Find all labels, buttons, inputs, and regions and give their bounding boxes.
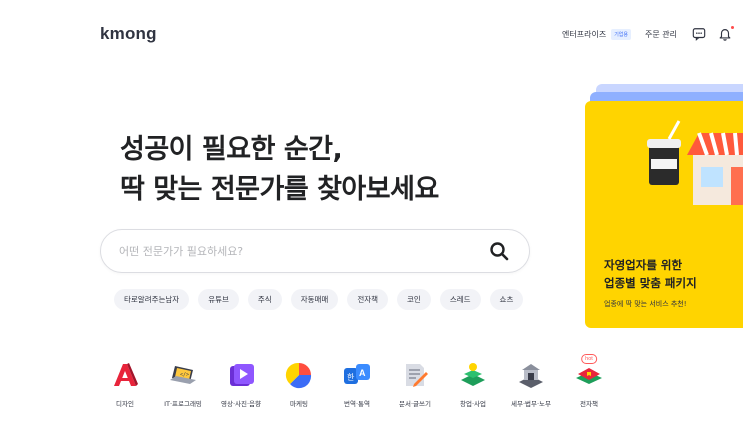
pie-chart-icon xyxy=(285,362,312,389)
bell-icon[interactable] xyxy=(717,26,734,42)
category-bar: 디자인 </> IT·프로그래밍 영상·사진·음향 마케팅 한 A 번역·통역 … xyxy=(96,354,618,408)
video-icon xyxy=(230,364,254,386)
search-input[interactable] xyxy=(119,230,479,272)
tag-chip[interactable]: 스레드 xyxy=(439,289,481,310)
svg-text:</>: </> xyxy=(180,372,189,378)
notification-dot xyxy=(731,26,734,29)
category-translation[interactable]: 한 A 번역·통역 xyxy=(328,360,386,408)
tag-chip[interactable]: 쇼츠 xyxy=(489,289,524,310)
document-pen-icon xyxy=(406,364,428,387)
category-label: 세무·법무·노무 xyxy=(510,400,551,408)
category-design[interactable]: 디자인 xyxy=(96,360,154,408)
category-label: 번역·통역 xyxy=(344,400,370,408)
category-it-programming[interactable]: </> IT·프로그래밍 xyxy=(154,360,212,408)
category-ebook[interactable]: hot 전자책 xyxy=(560,354,618,408)
tag-chip[interactable]: 주식 xyxy=(247,289,282,310)
ebook-icon xyxy=(576,368,602,384)
promo-banner[interactable]: 자영업자를 위한 업종별 맞춤 패키지 업종에 딱 맞는 서비스 추천! xyxy=(585,101,743,328)
category-label: 영상·사진·음향 xyxy=(220,400,261,408)
category-label: IT·프로그래밍 xyxy=(164,400,202,408)
hot-badge: hot xyxy=(581,354,597,364)
tag-chip[interactable]: 유튜브 xyxy=(198,289,239,310)
tag-chip[interactable]: 타로알려주는남자 xyxy=(114,289,190,310)
translate-icon: 한 A xyxy=(344,364,370,384)
hero-line-1: 성공이 필요한 순간, xyxy=(120,134,343,165)
search-box xyxy=(100,229,530,273)
popular-tags: 타로알려주는남자 유튜브 주식 자동매매 전자책 코인 스레드 쇼츠 xyxy=(114,289,524,310)
startup-icon xyxy=(461,363,485,386)
kmong-logo[interactable]: kmong xyxy=(100,24,157,44)
tag-chip[interactable]: 코인 xyxy=(397,289,431,310)
tag-chip[interactable]: 전자책 xyxy=(347,289,389,310)
law-building-icon xyxy=(519,364,543,388)
design-icon xyxy=(114,363,138,386)
laptop-code-icon: </> xyxy=(170,366,196,384)
category-label: 디자인 xyxy=(116,400,134,408)
hero-headline: 성공이 필요한 순간, 딱 맞는 전문가를 찾아보세요 xyxy=(120,130,439,210)
top-nav: 엔터프라이즈 기업용 주문 관리 xyxy=(562,22,743,46)
hero-line-2: 딱 맞는 전문가를 찾아보세요 xyxy=(120,174,439,205)
category-label: 마케팅 xyxy=(290,400,308,408)
enterprise-link[interactable]: 엔터프라이즈 xyxy=(562,29,606,40)
enterprise-badge: 기업용 xyxy=(611,28,632,40)
promo-subtitle: 업종에 딱 맞는 서비스 추천! xyxy=(604,300,687,308)
promo-title-line-1: 자영업자를 위한 xyxy=(604,258,683,272)
search-icon[interactable] xyxy=(489,241,509,261)
category-label: 문서·글쓰기 xyxy=(399,400,431,408)
category-label: 전자책 xyxy=(580,400,598,408)
orders-link[interactable]: 주문 관리 xyxy=(645,29,677,40)
category-marketing[interactable]: 마케팅 xyxy=(270,360,328,408)
category-video-photo-audio[interactable]: 영상·사진·음향 xyxy=(212,360,270,408)
chat-icon[interactable] xyxy=(691,26,707,42)
promo-title: 자영업자를 위한 업종별 맞춤 패키지 xyxy=(604,256,697,292)
category-writing[interactable]: 문서·글쓰기 xyxy=(386,360,444,408)
storefront-illustration xyxy=(647,120,743,205)
tag-chip[interactable]: 자동매매 xyxy=(290,289,339,310)
promo-title-line-2: 업종별 맞춤 패키지 xyxy=(604,276,697,290)
category-tax-law-labor[interactable]: 세무·법무·노무 xyxy=(502,360,560,408)
category-startup[interactable]: 창업·사업 xyxy=(444,360,502,408)
svg-text:한: 한 xyxy=(347,373,355,382)
svg-text:A: A xyxy=(359,368,366,378)
category-label: 창업·사업 xyxy=(460,400,486,408)
